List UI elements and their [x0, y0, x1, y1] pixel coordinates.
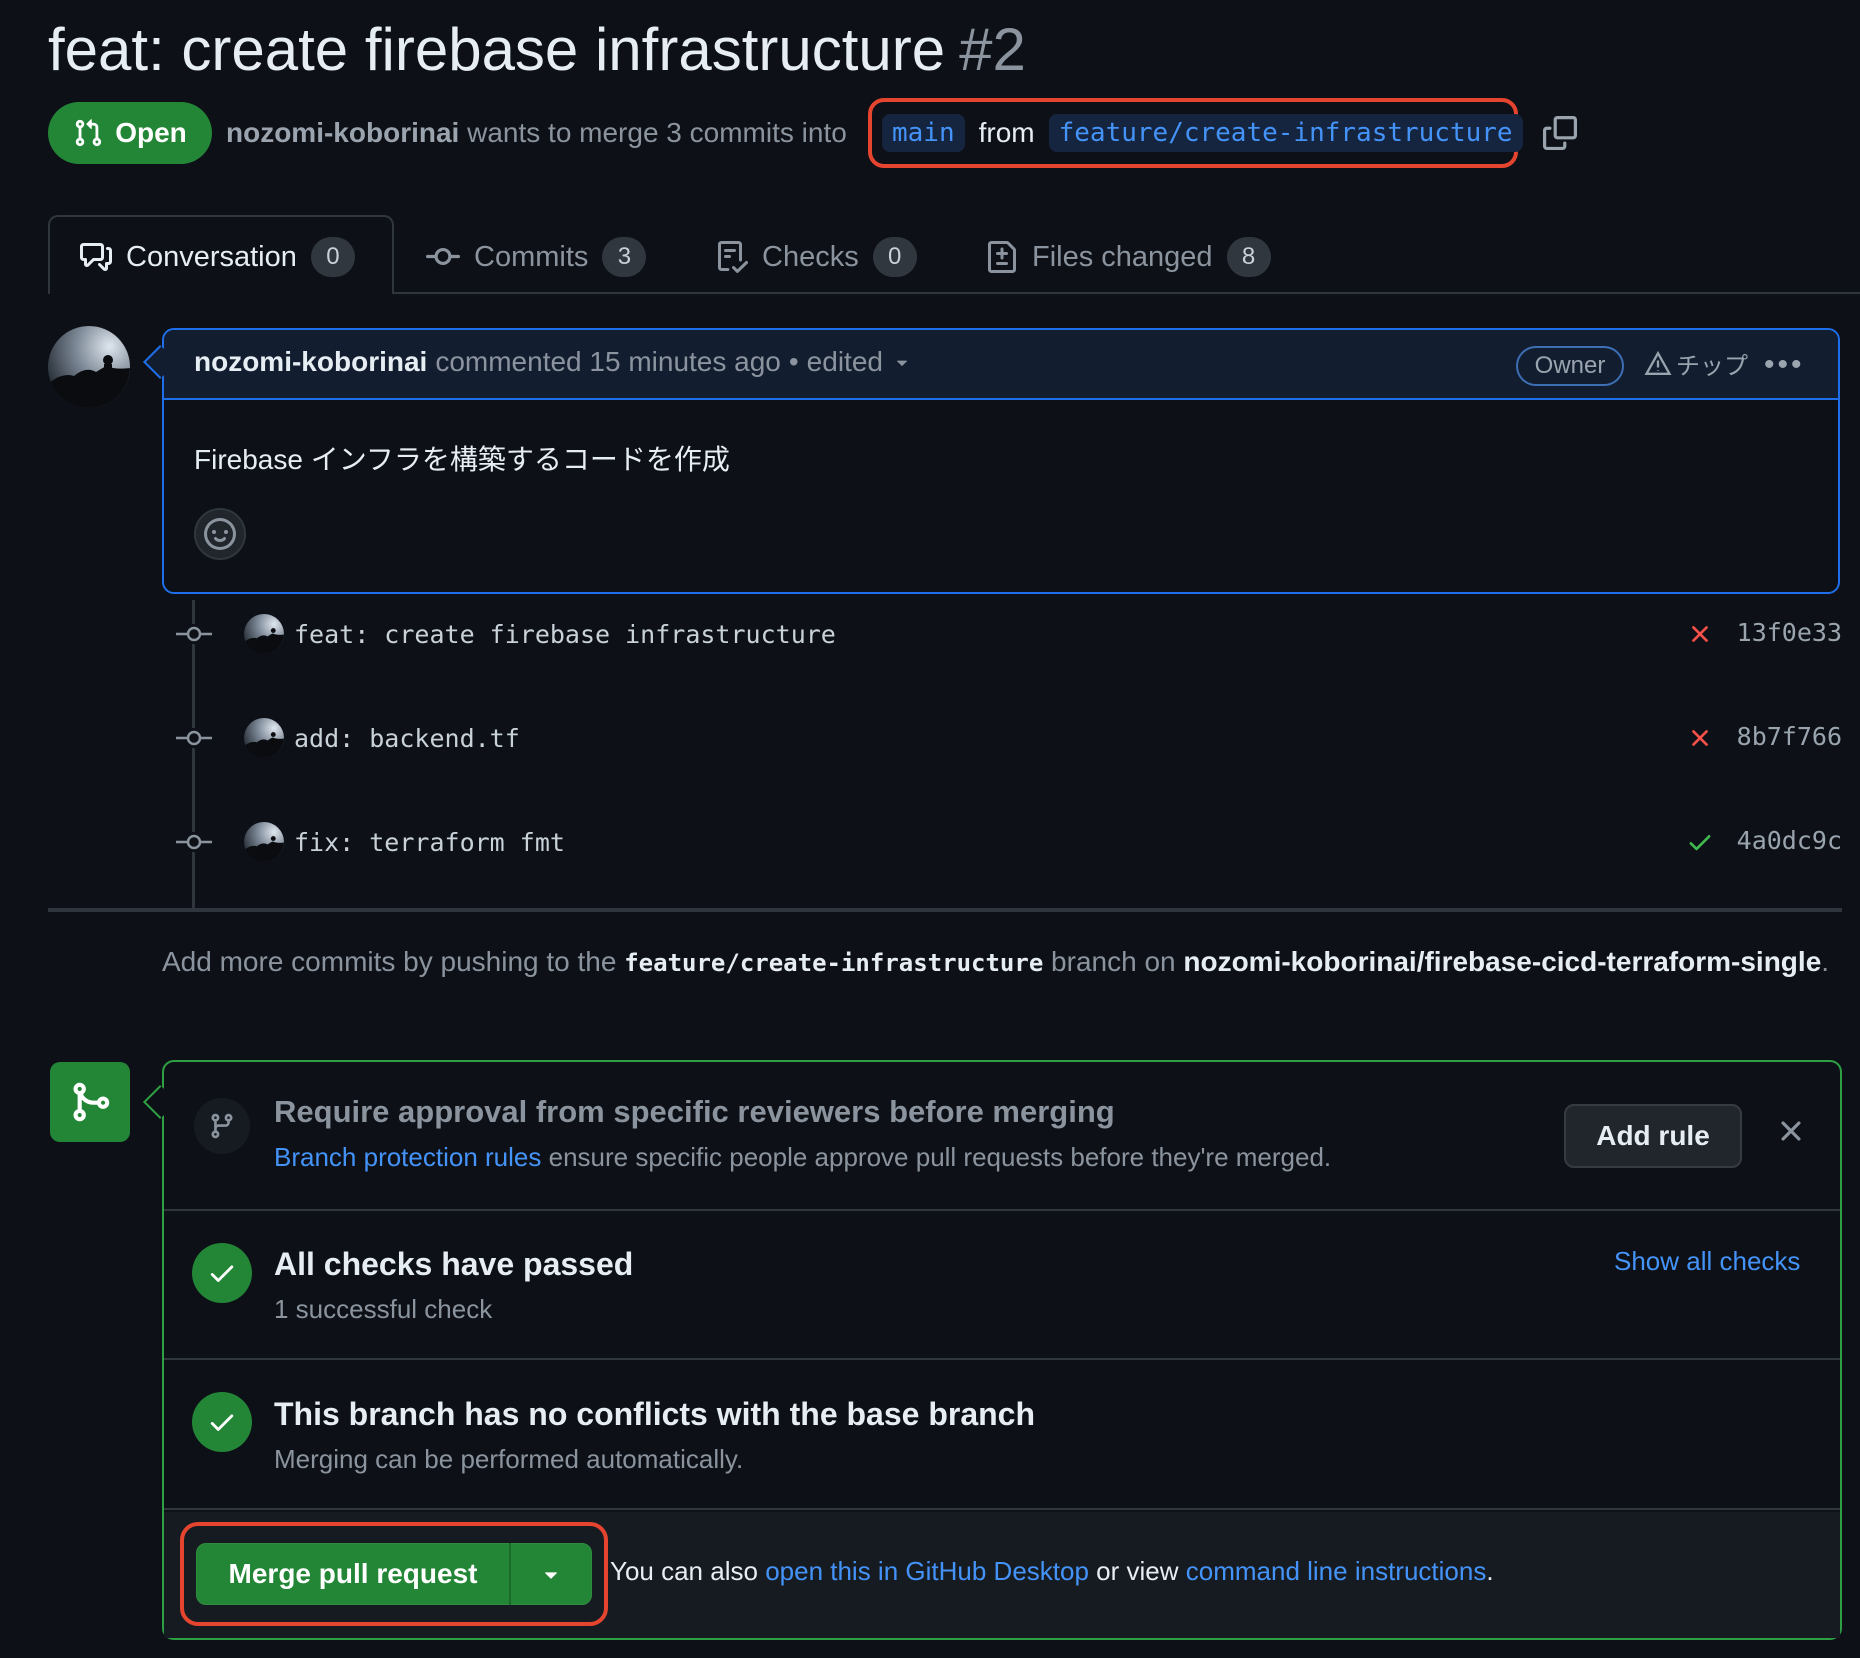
- pr-number: #2: [959, 16, 1026, 83]
- smiley-icon: [204, 518, 236, 550]
- tab-files-changed-count: 8: [1226, 237, 1271, 277]
- comment-edited-dropdown[interactable]: edited: [807, 346, 913, 378]
- git-commit-icon: [176, 832, 212, 852]
- tab-conversation-label: Conversation: [126, 240, 297, 273]
- github-desktop-link[interactable]: open this in GitHub Desktop: [765, 1556, 1089, 1586]
- timeline-divider: [48, 908, 1842, 912]
- push-note-end: .: [1821, 946, 1830, 977]
- branch-protection-link[interactable]: Branch protection rules: [274, 1142, 541, 1172]
- comment-time: commented 15 minutes ago: [435, 346, 781, 377]
- tab-checks-label: Checks: [762, 240, 859, 273]
- avatar[interactable]: [48, 326, 130, 408]
- rule-suggestion-text: ensure specific people approve pull requ…: [548, 1142, 1332, 1172]
- triangle-down-icon: [896, 360, 907, 366]
- checks-status-sub: 1 successful check: [274, 1294, 493, 1324]
- tab-commits[interactable]: Commits 3: [426, 236, 647, 278]
- pr-state-label: Open: [115, 117, 187, 148]
- show-all-checks-link[interactable]: Show all checks: [1614, 1246, 1800, 1277]
- push-commits-note: Add more commits by pushing to the featu…: [162, 940, 1842, 985]
- comment-discussion-icon: [80, 243, 112, 271]
- branch-info: main from feature/create-infrastructure: [882, 114, 1577, 152]
- commit-item: feat: create firebase infrastructure 13f…: [176, 612, 1842, 656]
- commit-sha-link[interactable]: 4a0dc9c: [1737, 826, 1842, 855]
- pr-subtitle: nozomi-koborinai wants to merge 3 commit…: [226, 110, 847, 156]
- section-divider: [164, 1508, 1840, 1510]
- commit-sha-link[interactable]: 8b7f766: [1737, 722, 1842, 751]
- commit-sha-link[interactable]: 13f0e33: [1737, 618, 1842, 647]
- check-circle-icon: [192, 1392, 252, 1452]
- merge-pull-request-button[interactable]: Merge pull request: [197, 1558, 509, 1590]
- x-icon[interactable]: [1686, 620, 1714, 648]
- push-note-repo: nozomi-koborinai/firebase-cicd-terraform…: [1183, 946, 1822, 977]
- commit-item: fix: terraform fmt 4a0dc9c: [176, 820, 1842, 864]
- section-divider: [164, 1209, 1840, 1211]
- commit-item: add: backend.tf 8b7f766: [176, 716, 1842, 760]
- add-reaction-button[interactable]: [194, 508, 246, 560]
- tab-conversation-count: 0: [310, 237, 355, 277]
- comment-body: Firebase インフラを構築するコードを作成: [194, 444, 730, 475]
- checklist-icon: [718, 241, 748, 273]
- triangle-down-icon: [545, 1572, 557, 1579]
- conflict-status-sub: Merging can be performed automatically.: [274, 1444, 744, 1474]
- rule-suggestion-title: Require approval from specific reviewers…: [274, 1094, 1115, 1129]
- merge-method-dropdown[interactable]: [511, 1561, 591, 1587]
- command-line-link[interactable]: command line instructions: [1186, 1556, 1487, 1586]
- merge-alternatives: You can also open this in GitHub Desktop…: [610, 1556, 1494, 1587]
- alert-triangle-icon: [1644, 350, 1672, 375]
- kebab-horizontal-icon[interactable]: •••: [1764, 348, 1805, 382]
- x-icon[interactable]: [1686, 724, 1714, 752]
- conflict-status-title: This branch has no conflicts with the ba…: [274, 1396, 1036, 1432]
- head-branch-link[interactable]: feature/create-infrastructure: [1048, 114, 1523, 152]
- pr-state-badge: Open: [48, 102, 212, 164]
- tab-conversation[interactable]: Conversation 0: [80, 236, 355, 278]
- tip-button[interactable]: チップ: [1644, 346, 1748, 381]
- commit-avatar[interactable]: [244, 614, 284, 654]
- commit-message-link[interactable]: feat: create firebase infrastructure: [294, 620, 836, 649]
- checks-status-title: All checks have passed: [274, 1246, 634, 1282]
- comment-meta: nozomi-koborinai commented 15 minutes ag…: [194, 346, 913, 378]
- close-icon[interactable]: [1774, 1114, 1808, 1148]
- from-label: from: [978, 117, 1035, 148]
- push-note-prefix: Add more commits by pushing to the: [162, 946, 617, 977]
- pr-title-text: feat: create firebase infrastructure: [48, 16, 946, 83]
- rule-suggestion-desc: Branch protection rules ensure specific …: [274, 1142, 1331, 1173]
- tab-files-changed[interactable]: Files changed 8: [986, 236, 1271, 278]
- push-note-mid: branch on: [1051, 946, 1176, 977]
- also-end: .: [1486, 1556, 1494, 1586]
- commit-message-link[interactable]: fix: terraform fmt: [294, 828, 565, 857]
- tip-label: チップ: [1676, 353, 1748, 380]
- commit-message-link[interactable]: add: backend.tf: [294, 724, 520, 753]
- tab-commits-count: 3: [602, 237, 647, 277]
- commit-avatar[interactable]: [244, 718, 284, 758]
- merge-button-group: Merge pull request: [196, 1543, 592, 1605]
- comment-author-link[interactable]: nozomi-koborinai: [194, 346, 427, 378]
- base-branch-link[interactable]: main: [882, 114, 965, 152]
- pr-author-link[interactable]: nozomi-koborinai: [226, 117, 459, 148]
- tab-commits-label: Commits: [474, 240, 589, 273]
- tab-files-changed-label: Files changed: [1032, 240, 1213, 273]
- comment-separator: •: [788, 346, 799, 377]
- git-merge-icon: [50, 1062, 130, 1142]
- copy-icon[interactable]: [1542, 116, 1577, 150]
- tab-checks[interactable]: Checks 0: [716, 236, 917, 278]
- file-diff-icon: [988, 241, 1016, 273]
- git-commit-icon: [176, 728, 212, 748]
- check-circle-icon: [192, 1243, 252, 1303]
- check-icon[interactable]: [1686, 828, 1714, 856]
- git-pull-request-icon: [76, 119, 102, 147]
- pr-subtitle-text: wants to merge 3 commits into: [467, 117, 847, 148]
- commit-avatar[interactable]: [244, 822, 284, 862]
- owner-badge: Owner: [1516, 346, 1624, 386]
- git-commit-icon: [176, 624, 212, 644]
- push-note-branch: feature/create-infrastructure: [624, 949, 1044, 977]
- also-mid: or view: [1096, 1556, 1179, 1586]
- pr-title: feat: create firebase infrastructure #2: [48, 10, 1026, 90]
- comment-edited-label: edited: [806, 346, 883, 377]
- section-divider: [164, 1358, 1840, 1360]
- git-commit-icon: [426, 247, 460, 265]
- add-rule-button[interactable]: Add rule: [1564, 1104, 1742, 1168]
- also-prefix: You can also: [610, 1556, 758, 1586]
- git-branch-icon: [194, 1098, 250, 1154]
- tab-checks-count: 0: [872, 237, 917, 277]
